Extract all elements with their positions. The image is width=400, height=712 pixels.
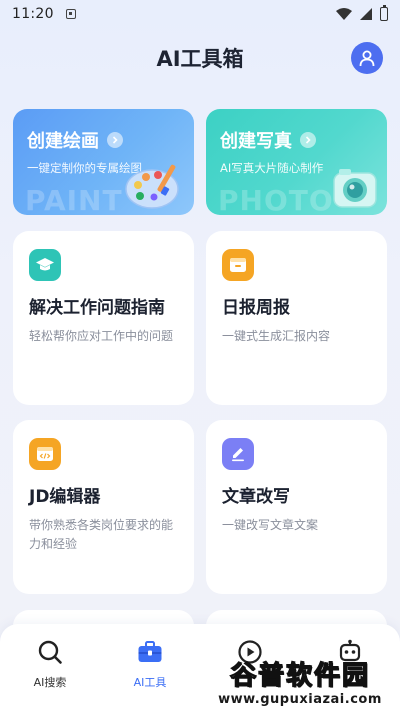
paint-watermark: PAINT bbox=[25, 184, 123, 215]
watermark-url: www.gupuxiazai.com bbox=[215, 692, 385, 707]
tool-desc: 带你熟悉各类岗位要求的能力和经验 bbox=[29, 518, 174, 551]
user-icon bbox=[359, 50, 375, 67]
toolbox-icon bbox=[136, 638, 164, 666]
chevron-right-icon bbox=[107, 132, 123, 148]
nav-ai-search[interactable]: AI搜索 bbox=[0, 624, 100, 712]
tool-card-work-guide[interactable]: 解决工作问题指南 轻松帮你应对工作中的问题 bbox=[13, 231, 194, 405]
palette-icon bbox=[125, 164, 179, 209]
nav-label: AI工具 bbox=[133, 676, 167, 689]
site-watermark: 谷普软件园 www.gupuxiazai.com bbox=[206, 654, 394, 708]
photo-watermark: PHOTO bbox=[218, 184, 334, 215]
tool-desc: 一键改写文章文案 bbox=[222, 518, 319, 532]
tool-card-daily-report[interactable]: 日报周报 一键式生成汇报内容 bbox=[206, 231, 387, 405]
status-time: 11:20 bbox=[12, 6, 54, 22]
signal-icon bbox=[360, 8, 372, 20]
calendar-report-icon bbox=[222, 249, 254, 281]
camera-icon bbox=[333, 169, 377, 208]
app-header: AI工具箱 bbox=[0, 36, 400, 80]
tool-title: JD编辑器 bbox=[29, 487, 101, 507]
pencil-icon bbox=[222, 438, 254, 470]
notification-icon bbox=[65, 9, 76, 19]
watermark-main: 谷普软件园 bbox=[229, 660, 370, 691]
avatar[interactable] bbox=[351, 42, 383, 74]
create-photo-card[interactable]: PHOTO 创建写真 AI写真大片随心制作 bbox=[206, 109, 387, 215]
feature-cards: PAINT 创建绘画 一键定制你的专属绘图 PHOTO 创建写真 AI写真大片随… bbox=[13, 109, 387, 215]
page-title: AI工具箱 bbox=[156, 47, 244, 71]
nav-label: AI搜索 bbox=[33, 676, 67, 689]
tool-title: 文章改写 bbox=[222, 487, 290, 507]
graduation-cap-icon bbox=[29, 249, 61, 281]
tool-desc: 轻松帮你应对工作中的问题 bbox=[29, 329, 174, 343]
status-bar: 11:20 bbox=[0, 0, 400, 28]
tool-card-article-rewrite[interactable]: 文章改写 一键改写文章文案 bbox=[206, 420, 387, 594]
tool-title: 解决工作问题指南 bbox=[29, 298, 165, 318]
code-window-icon bbox=[29, 438, 61, 470]
search-icon bbox=[36, 638, 64, 666]
feature-title: 创建绘画 bbox=[27, 131, 99, 152]
tool-title: 日报周报 bbox=[222, 298, 290, 318]
tool-desc: 一键式生成汇报内容 bbox=[222, 329, 331, 343]
status-icons bbox=[336, 5, 388, 21]
nav-ai-tools[interactable]: AI工具 bbox=[100, 624, 200, 712]
tool-card-jd-editor[interactable]: JD编辑器 带你熟悉各类岗位要求的能力和经验 bbox=[13, 420, 194, 594]
chevron-right-icon bbox=[300, 132, 316, 148]
create-painting-card[interactable]: PAINT 创建绘画 一键定制你的专属绘图 bbox=[13, 109, 194, 215]
wifi-icon bbox=[336, 8, 352, 20]
feature-title: 创建写真 bbox=[220, 131, 292, 152]
battery-icon bbox=[380, 5, 388, 21]
